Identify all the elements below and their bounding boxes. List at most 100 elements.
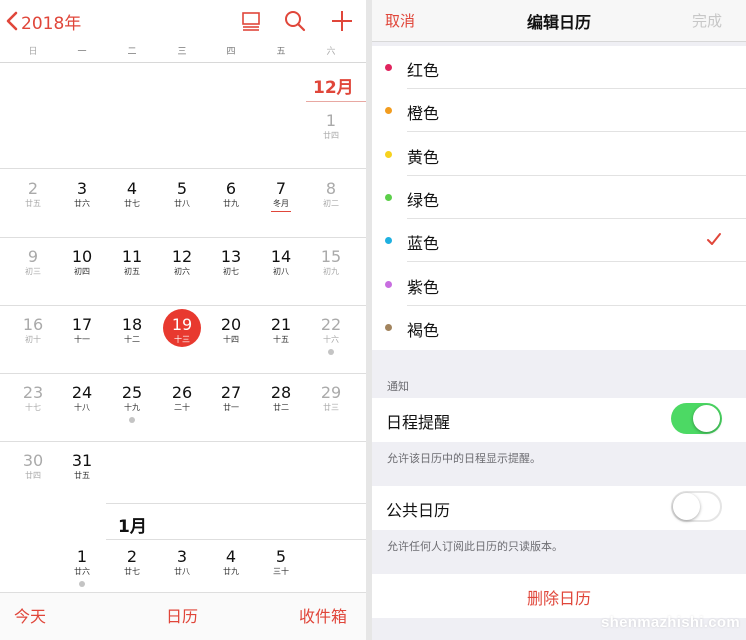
day-cell[interactable]: 7 冬月 (261, 180, 301, 212)
lunar-date: 廿四 (25, 471, 41, 480)
event-dot (79, 581, 85, 587)
color-label: 橙色 (407, 104, 440, 124)
color-row[interactable]: 红色 (372, 46, 746, 89)
week-separator (0, 441, 366, 442)
lunar-date: 廿七 (124, 199, 140, 208)
calendars-button[interactable]: 日历 (166, 603, 198, 627)
lunar-date: 初六 (174, 267, 190, 276)
done-button[interactable]: 完成 (692, 10, 722, 31)
day-number: 24 (71, 383, 93, 402)
day-cell[interactable]: 23 十七 (13, 384, 53, 413)
color-row[interactable]: 绿色 (372, 176, 746, 219)
day-cell[interactable]: 10 初四 (62, 248, 102, 277)
edit-calendar-panel: 取消 编辑日历 完成 红色 橙色 黄色 绿色 蓝色 紫色 褐色 通知 日程提醒 允许该日历中… (372, 0, 746, 640)
day-number: 25 (121, 383, 143, 402)
day-number: 27 (220, 383, 242, 402)
color-row[interactable]: 褐色 (372, 306, 746, 349)
search-icon[interactable] (282, 8, 308, 34)
color-row[interactable]: 紫色 (372, 263, 746, 306)
day-cell[interactable]: 16 初十 (13, 316, 53, 345)
day-cell[interactable]: 2 廿五 (13, 180, 53, 209)
day-cell[interactable]: 1 廿六 (62, 548, 102, 587)
day-number: 14 (270, 247, 292, 266)
chevron-left-icon (6, 11, 18, 31)
lunar-date: 廿三 (323, 403, 339, 412)
color-label: 蓝色 (407, 234, 440, 254)
color-row[interactable]: 黄色 (372, 133, 746, 176)
lunar-date: 初五 (124, 267, 140, 276)
day-cell[interactable]: 4 廿九 (211, 548, 251, 577)
day-cell[interactable]: 28 廿二 (261, 384, 301, 413)
day-cell[interactable]: 1 廿四 (311, 112, 351, 141)
day-cell[interactable]: 25 十九 (112, 384, 152, 423)
public-calendar-row: 公共日历 (372, 486, 746, 530)
day-cell[interactable]: 3 廿八 (162, 548, 202, 577)
day-cell[interactable]: 5 廿八 (162, 180, 202, 209)
day-cell[interactable]: 24 十八 (62, 384, 102, 413)
day-number: 31 (71, 451, 93, 470)
day-cell[interactable]: 11 初五 (112, 248, 152, 277)
day-cell[interactable]: 21 十五 (261, 316, 301, 345)
month-label: 12月 (313, 78, 354, 98)
day-number: 9 (27, 247, 39, 266)
lunar-date: 廿六 (74, 199, 90, 208)
weekday-label: 一 (77, 47, 87, 57)
day-cell[interactable]: 2 廿七 (112, 548, 152, 577)
color-label: 褐色 (407, 320, 440, 340)
day-cell[interactable]: 9 初三 (13, 248, 53, 277)
day-number: 23 (22, 383, 44, 402)
day-number: 22 (320, 315, 342, 334)
day-cell[interactable]: 14 初八 (261, 248, 301, 277)
day-cell[interactable]: 26 二十 (162, 384, 202, 413)
color-row[interactable]: 橙色 (372, 89, 746, 133)
day-cell[interactable]: 8 初二 (311, 180, 351, 209)
public-calendar-toggle[interactable] (671, 491, 722, 522)
day-cell[interactable]: 17 十一 (62, 316, 102, 345)
day-cell[interactable]: 20 十四 (211, 316, 251, 345)
day-number: 5 (275, 547, 287, 566)
inbox-button[interactable]: 收件箱 (299, 603, 347, 627)
add-icon[interactable] (329, 8, 355, 34)
lunar-date: 廿六 (74, 567, 90, 576)
day-cell[interactable]: 3 廿六 (62, 180, 102, 209)
week-separator (0, 237, 366, 238)
day-cell[interactable]: 13 初七 (211, 248, 251, 277)
event-alerts-footer: 允许该日历中的日程显示提醒。 (387, 452, 541, 465)
color-row[interactable]: 蓝色 (372, 219, 746, 263)
day-number: 12 (171, 247, 193, 266)
day-cell[interactable]: 30 廿四 (13, 452, 53, 481)
color-swatch (385, 107, 392, 115)
weekday-label: 六 (326, 47, 336, 57)
delete-calendar-button[interactable]: 删除日历 (527, 585, 591, 609)
day-cell[interactable]: 31 廿五 (62, 452, 102, 481)
day-cell[interactable]: 5 三十 (261, 548, 301, 577)
day-cell[interactable]: 18 十二 (112, 316, 152, 345)
lunar-date: 廿二 (273, 403, 289, 412)
day-cell[interactable]: 22 十六 (311, 316, 351, 355)
day-cell[interactable]: 27 廿一 (211, 384, 251, 413)
color-swatch (385, 323, 392, 331)
day-cell[interactable]: 19 十三 (162, 316, 202, 345)
event-alerts-label: 日程提醒 (386, 413, 451, 432)
day-number: 4 (225, 547, 237, 566)
event-alerts-toggle[interactable] (671, 403, 722, 434)
day-cell[interactable]: 4 廿七 (112, 180, 152, 209)
delete-calendar-row: 删除日历 (372, 574, 746, 618)
day-number: 10 (71, 247, 93, 266)
month-label: 1月 (118, 517, 147, 537)
lunar-date: 初三 (25, 267, 41, 276)
color-swatch (385, 150, 392, 158)
bottom-toolbar: 今天 日历 收件箱 (0, 592, 366, 640)
day-number: 26 (171, 383, 193, 402)
today-button[interactable]: 今天 (14, 603, 46, 627)
day-cell[interactable]: 29 廿三 (311, 384, 351, 413)
day-cell[interactable]: 15 初九 (311, 248, 351, 277)
lunar-date: 初八 (273, 267, 289, 276)
day-cell[interactable]: 6 廿九 (211, 180, 251, 209)
lunar-date: 十九 (124, 403, 140, 412)
day-number: 4 (126, 179, 138, 198)
list-view-icon[interactable] (238, 8, 264, 34)
lunar-date: 冬月 (273, 199, 289, 208)
back-to-year-button[interactable]: 2018年 (6, 8, 81, 34)
day-cell[interactable]: 12 初六 (162, 248, 202, 277)
